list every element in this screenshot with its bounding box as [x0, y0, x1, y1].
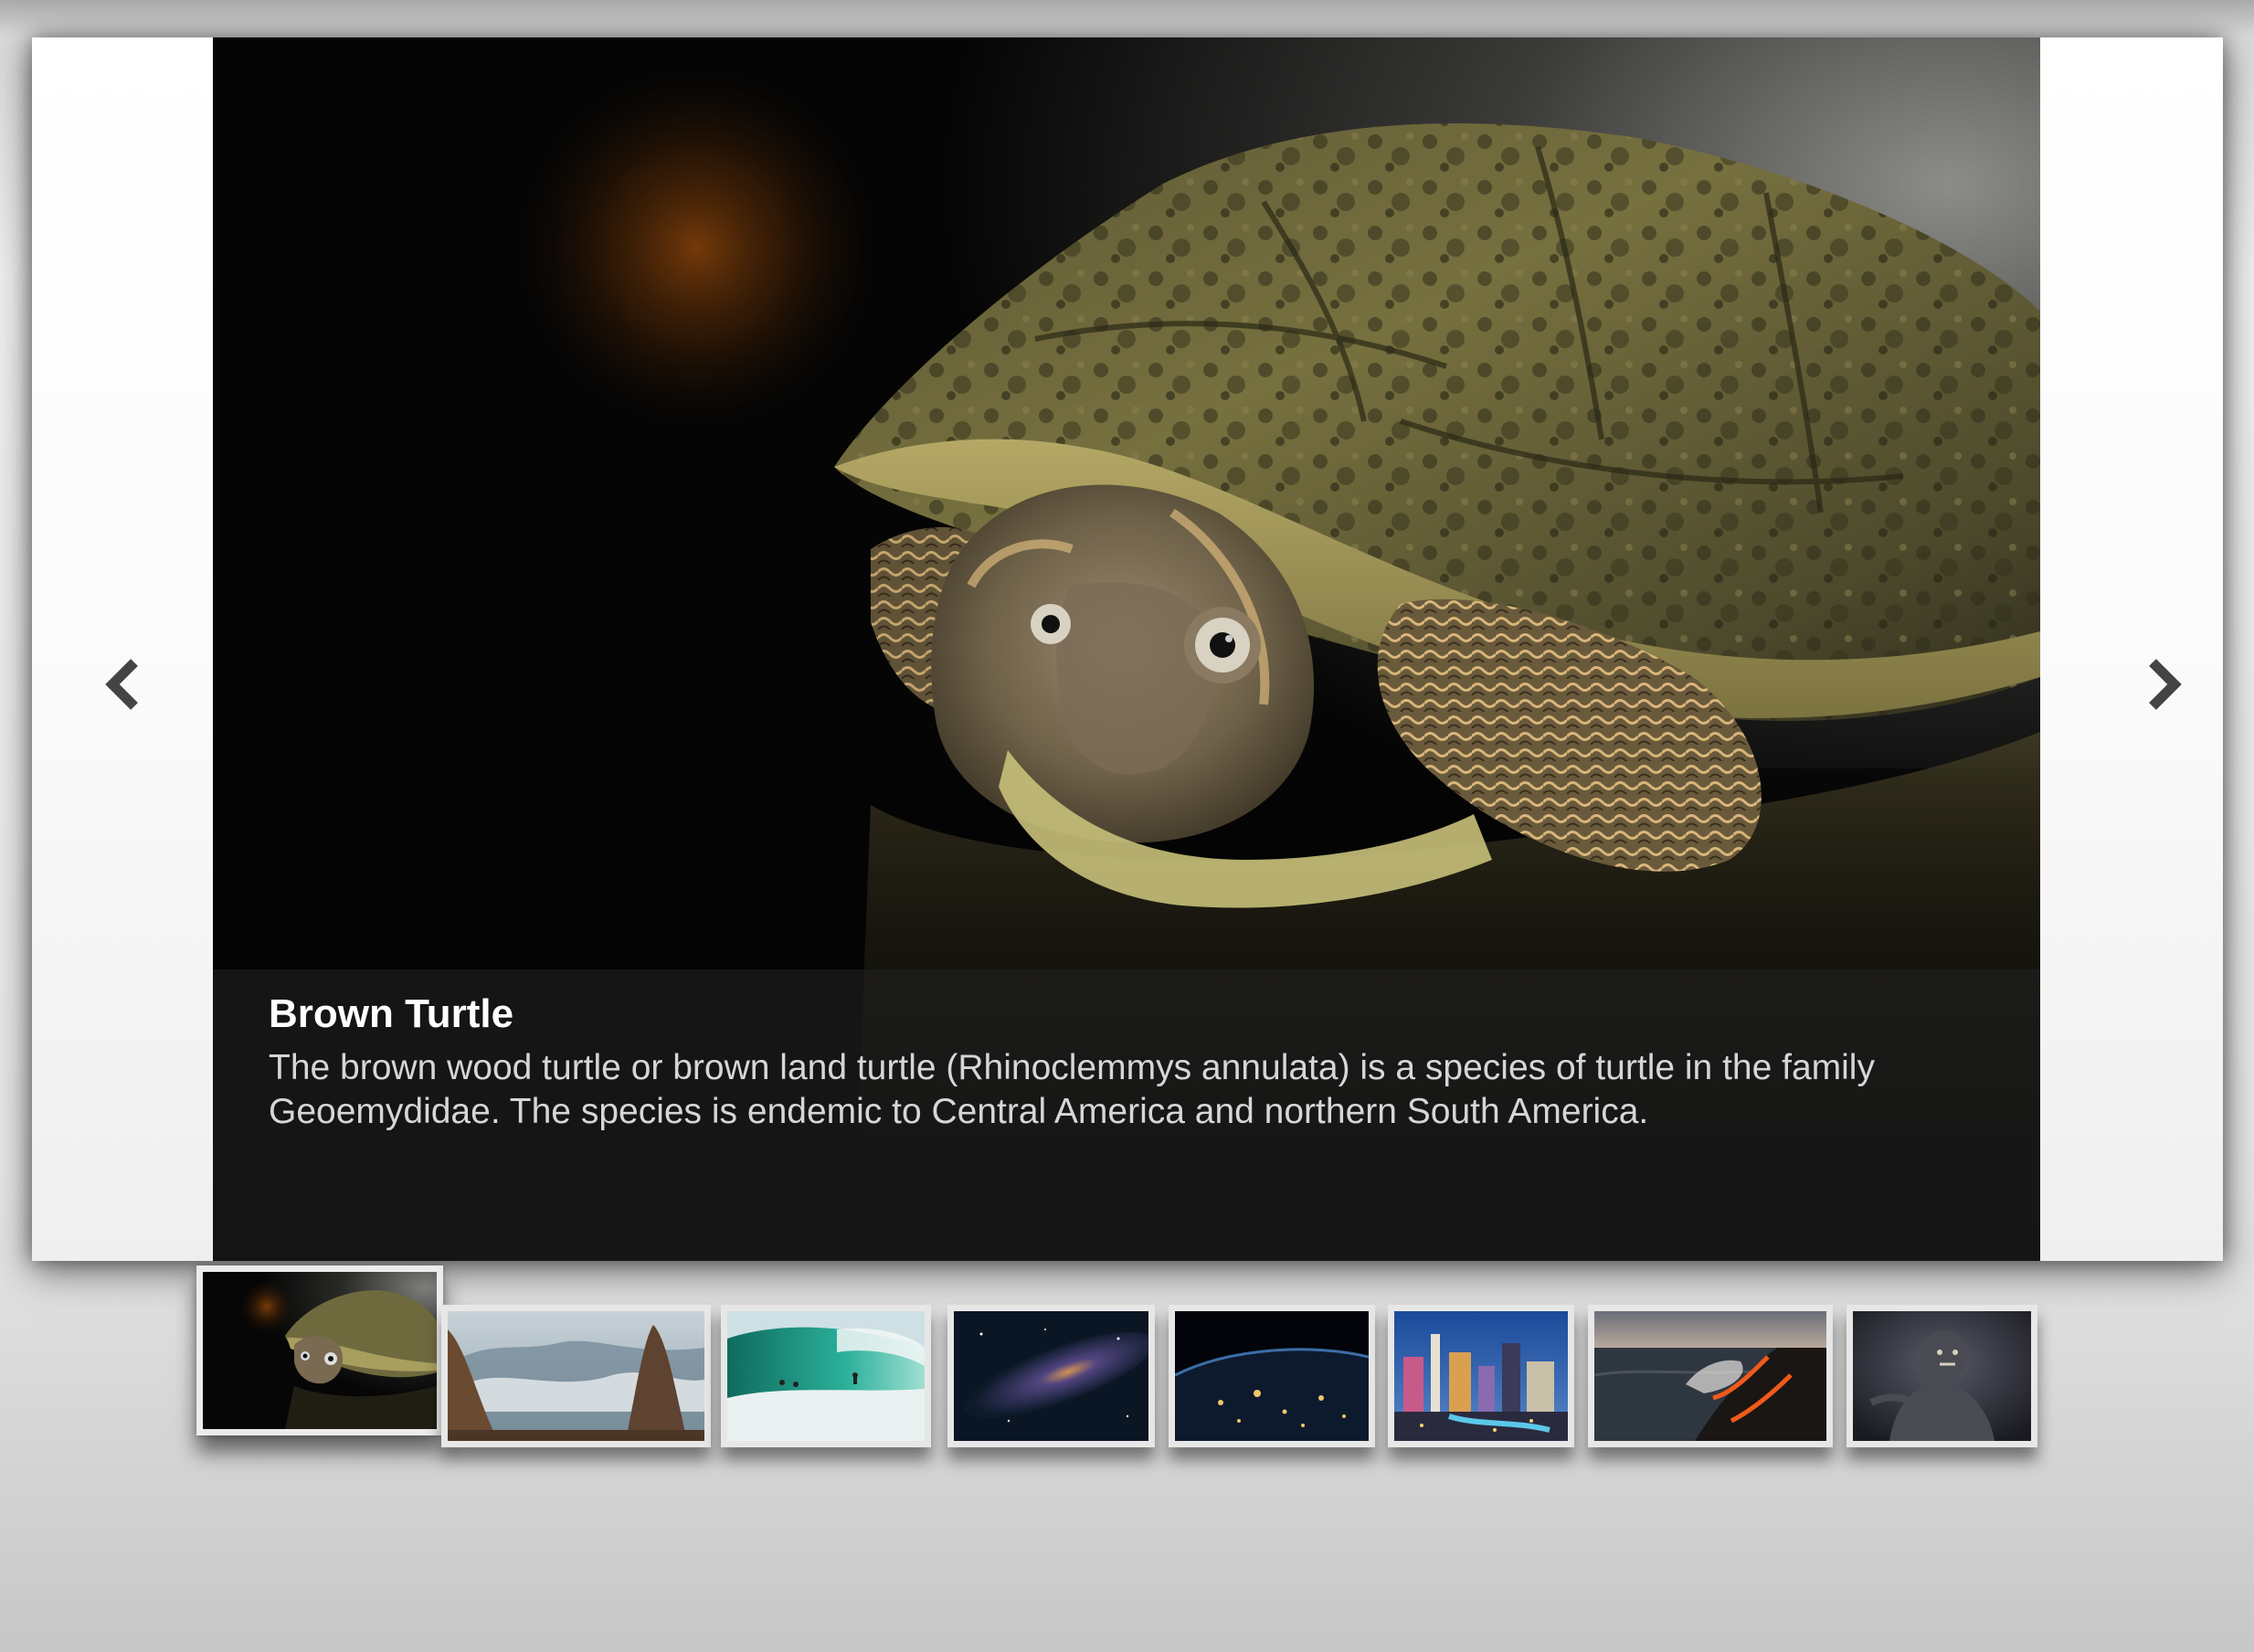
creature-thumbnail-image [1853, 1311, 2031, 1441]
earth-night-thumbnail-image [1175, 1311, 1369, 1441]
surfer-wave-thumbnail-image [727, 1311, 925, 1441]
slide-caption: Brown Turtle The brown wood turtle or br… [213, 969, 2040, 1261]
city-skyline-thumbnail-image [1394, 1311, 1568, 1441]
slide-description: The brown wood turtle or brown land turt… [269, 1048, 1875, 1131]
chevron-left-icon [105, 659, 138, 710]
chevron-right-icon [2149, 659, 2182, 710]
thumbnail-galaxy[interactable] [947, 1305, 1155, 1447]
thumbnail-mountains[interactable] [441, 1305, 711, 1447]
turtle-thumbnail-image [203, 1272, 437, 1429]
slideshow-frame: Brown Turtle The brown wood turtle or br… [32, 37, 2223, 1261]
thumbnail-surfer-wave[interactable] [721, 1305, 931, 1447]
thumbnail-city-skyline[interactable] [1388, 1305, 1574, 1447]
mountains-thumbnail-image [448, 1311, 704, 1441]
galaxy-thumbnail-image [954, 1311, 1148, 1441]
previous-slide-button[interactable] [90, 639, 154, 730]
thumbnail-creature[interactable] [1847, 1305, 2037, 1447]
thumbnail-lava-ocean[interactable] [1588, 1305, 1833, 1447]
main-slide: Brown Turtle The brown wood turtle or br… [213, 37, 2040, 1261]
slide-title: Brown Turtle [269, 991, 514, 1036]
thumbnail-earth-night[interactable] [1169, 1305, 1375, 1447]
lava-ocean-thumbnail-image [1594, 1311, 1826, 1441]
next-slide-button[interactable] [2132, 639, 2196, 730]
thumbnail-turtle[interactable] [196, 1265, 443, 1435]
